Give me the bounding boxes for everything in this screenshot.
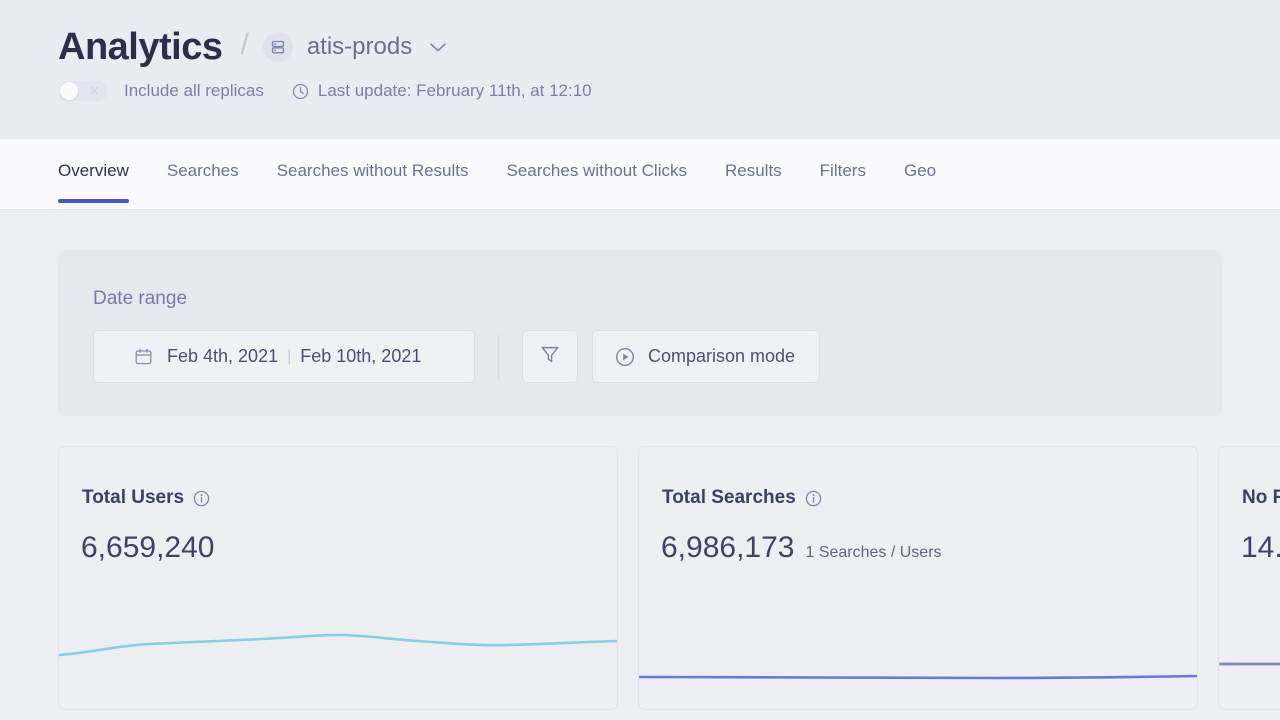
card-value: 14.2% bbox=[1241, 531, 1280, 564]
sparkline-chart-total-searches bbox=[639, 589, 1197, 709]
card-value-row: 6,986,173 1 Searches / Users bbox=[639, 509, 1197, 565]
comparison-mode-button[interactable]: Comparison mode bbox=[592, 330, 821, 383]
tab-bar: Overview Searches Searches without Resul… bbox=[0, 139, 1280, 210]
card-title: No Results Rate bbox=[1242, 487, 1280, 508]
tab-searches[interactable]: Searches bbox=[167, 139, 239, 209]
index-name-label: atis-prods bbox=[306, 33, 413, 60]
card-value: 6,659,240 bbox=[81, 531, 215, 564]
tab-label: Searches without Clicks bbox=[506, 161, 687, 180]
info-icon[interactable] bbox=[805, 490, 822, 507]
calendar-icon bbox=[134, 347, 153, 366]
last-update-label: Last update: February 11th, at 12:10 bbox=[317, 81, 592, 100]
page-title: Analytics bbox=[58, 26, 223, 68]
tab-label: Overview bbox=[58, 161, 129, 180]
card-header: No Results Rate bbox=[1219, 447, 1280, 509]
filter-button[interactable] bbox=[522, 330, 578, 383]
tab-filters[interactable]: Filters bbox=[820, 139, 866, 209]
close-icon bbox=[88, 84, 101, 97]
date-range-panel: Date range Feb 4th, 2021 | Feb 10th, 202… bbox=[58, 250, 1222, 416]
tab-results[interactable]: Results bbox=[725, 139, 782, 209]
metric-card-no-results-rate: No Results Rate 14.2% bbox=[1218, 446, 1280, 710]
comparison-mode-label: Comparison mode bbox=[648, 346, 796, 366]
date-range-start: Feb 4th, 2021 bbox=[167, 346, 279, 366]
toggle-knob bbox=[60, 82, 78, 100]
metric-cards: Total Users 6,659,240 Total Searches 6,9… bbox=[58, 446, 1280, 710]
tab-label: Searches bbox=[166, 161, 239, 180]
sparkline-chart-no-results-rate bbox=[1219, 589, 1280, 709]
tab-label: Searches without Results bbox=[276, 161, 469, 180]
tab-searches-without-clicks[interactable]: Searches without Clicks bbox=[507, 139, 687, 209]
metric-card-total-searches: Total Searches 6,986,173 1 Searches / Us… bbox=[638, 446, 1198, 710]
include-replicas-label: Include all replicas bbox=[124, 81, 264, 100]
header-meta-row: Include all replicas Last update: Februa… bbox=[58, 74, 1280, 108]
breadcrumb: Analytics / atis-prods bbox=[58, 0, 1280, 66]
play-circle-icon bbox=[615, 347, 635, 367]
main-content: Date range Feb 4th, 2021 | Feb 10th, 202… bbox=[0, 210, 1280, 720]
card-subtext: 1 Searches / Users bbox=[805, 544, 942, 561]
card-value-row: 6,659,240 bbox=[59, 509, 617, 565]
date-range-input[interactable]: Feb 4th, 2021 | Feb 10th, 2021 bbox=[93, 330, 475, 383]
tab-label: Filters bbox=[819, 161, 866, 180]
tab-geo[interactable]: Geo bbox=[904, 139, 936, 209]
chevron-down-icon bbox=[429, 33, 447, 61]
database-icon bbox=[262, 32, 293, 62]
card-value-row: 14.2% bbox=[1219, 509, 1280, 565]
page-header: Analytics / atis-prods Include all repli… bbox=[0, 0, 1280, 139]
info-icon[interactable] bbox=[193, 490, 210, 507]
tab-searches-without-results[interactable]: Searches without Results bbox=[277, 139, 469, 209]
breadcrumb-separator: / bbox=[240, 28, 249, 61]
controls-divider bbox=[498, 333, 499, 380]
include-replicas-toggle[interactable] bbox=[58, 80, 108, 102]
date-range-controls: Feb 4th, 2021 | Feb 10th, 2021 Compariso… bbox=[93, 330, 1222, 383]
date-range-divider: | bbox=[287, 347, 292, 365]
clock-icon bbox=[292, 83, 309, 100]
tab-label: Results bbox=[724, 161, 782, 180]
card-value: 6,986,173 bbox=[661, 531, 795, 564]
date-range-end: Feb 10th, 2021 bbox=[300, 346, 422, 366]
filter-icon bbox=[539, 343, 561, 370]
sparkline-chart-total-users bbox=[59, 589, 617, 709]
card-header: Total Users bbox=[59, 447, 617, 509]
card-header: Total Searches bbox=[639, 447, 1197, 509]
analytics-page: Analytics / atis-prods Include all repli… bbox=[0, 0, 1280, 720]
index-selector[interactable]: atis-prods bbox=[307, 33, 447, 61]
card-title: Total Searches bbox=[662, 487, 796, 508]
card-title: Total Users bbox=[82, 487, 185, 508]
last-update: Last update: February 11th, at 12:10 bbox=[292, 81, 592, 101]
tab-label: Geo bbox=[903, 161, 937, 180]
tab-overview[interactable]: Overview bbox=[58, 139, 129, 209]
metric-card-total-users: Total Users 6,659,240 bbox=[58, 446, 618, 710]
date-range-label: Date range bbox=[93, 288, 188, 309]
